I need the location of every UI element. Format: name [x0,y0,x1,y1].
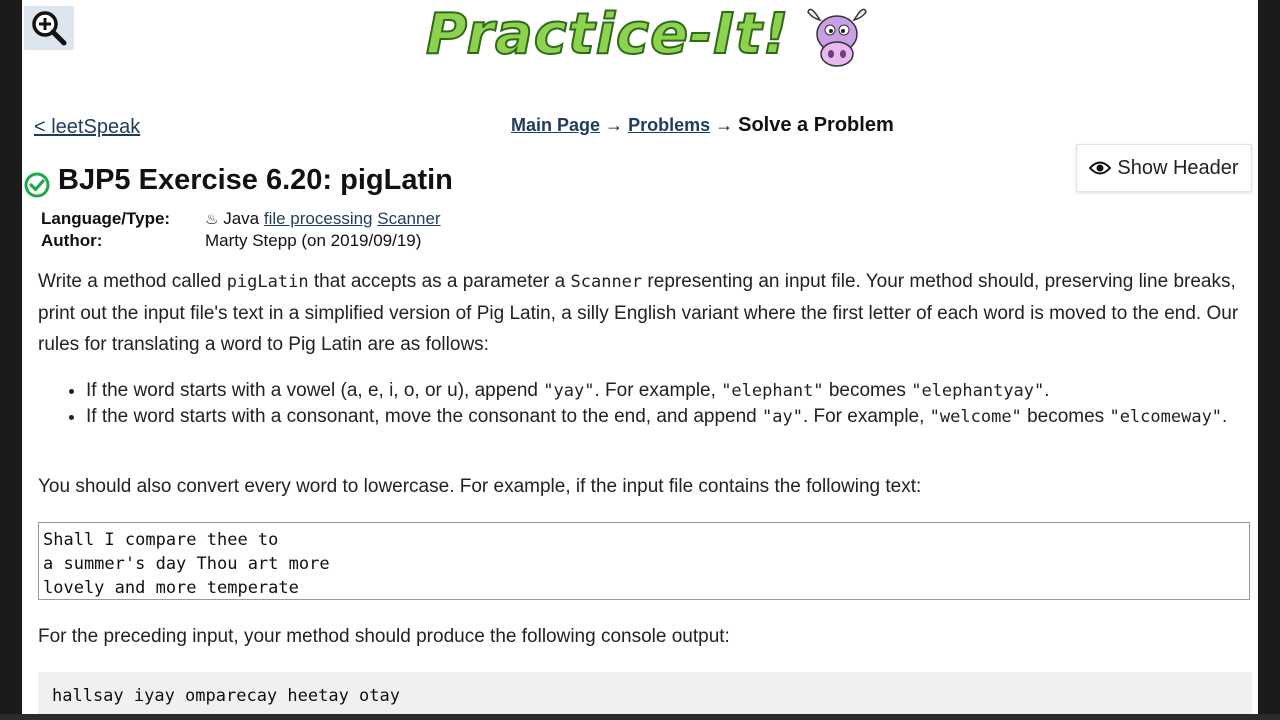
author-label: Author: [41,231,103,250]
tag-file-processing[interactable]: file processing [264,209,373,228]
zoom-in-button[interactable] [24,6,74,50]
magnifier-plus-icon [32,11,67,46]
logo-text: Practice-It! [425,1,790,68]
java-cup-icon: ♨ [205,211,219,228]
language-label: Language/Type: [41,209,171,228]
page: Practice-It! < leetSpeak Main Page → Pro… [22,0,1258,714]
cow-mascot-icon [807,8,867,67]
inline-code: Scanner [570,272,643,292]
breadcrumb-main-page[interactable]: Main Page [511,115,600,135]
breadcrumb: Main Page → Problems → Solve a Problem [511,114,894,137]
breadcrumb-problems[interactable]: Problems [628,115,710,135]
show-header-label: Show Header [1117,156,1239,179]
show-header-button[interactable]: Show Header [1076,144,1252,192]
previous-problem-link[interactable]: < leetSpeak [34,116,140,139]
problem-meta: Language/Type: ♨ Java file processing Sc… [41,209,441,253]
breadcrumb-current: Solve a Problem [738,114,894,136]
problem-title: BJP5 Exercise 6.20: pigLatin [58,164,453,196]
breadcrumb-separator: → [605,115,624,135]
inline-code: pigLatin [226,272,309,292]
breadcrumb-separator: → [715,115,734,135]
output-instruction: For the preceding input, your method sho… [38,626,730,647]
sample-input-box: Shall I compare thee to a summer's day T… [38,522,1250,600]
translation-rules-list: If the word starts with a vowel (a, e, i… [62,378,1236,430]
bottom-bar [0,714,1280,720]
list-item: If the word starts with a consonant, mov… [86,404,1236,430]
solved-check-icon [24,172,50,198]
sample-output-box: hallsay iyay omparecay heetay otay [38,672,1252,714]
list-item: If the word starts with a vowel (a, e, i… [86,378,1236,404]
tag-scanner[interactable]: Scanner [377,209,440,228]
lowercase-instruction: You should also convert every word to lo… [38,476,922,497]
language-value: Java [223,209,260,228]
problem-description: Write a method called pigLatin that acce… [38,271,1239,355]
practice-it-logo[interactable]: Practice-It! [425,1,876,78]
author-value: Marty Stepp (on 2019/09/19) [205,231,422,250]
eye-icon [1089,161,1112,175]
